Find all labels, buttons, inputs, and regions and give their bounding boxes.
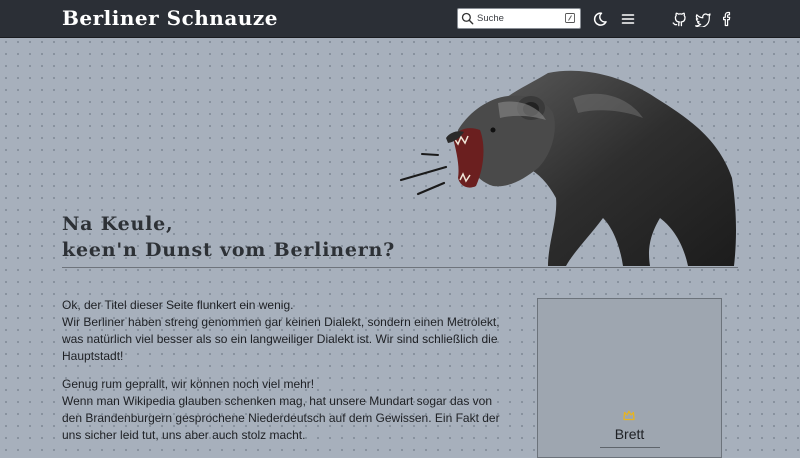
page-title-line-1: Na Keule,: [62, 213, 174, 235]
intro-line-2: Wir Berliner haben streng genommen gar k…: [62, 315, 500, 363]
github-icon[interactable]: [671, 11, 687, 27]
facebook-icon[interactable]: [719, 11, 735, 27]
search-input[interactable]: [477, 11, 561, 26]
main-content: Ok, der Titel dieser Seite flunkert ein …: [62, 297, 502, 455]
crown-icon: [623, 410, 635, 421]
keyboard-shortcut-icon: [565, 13, 575, 23]
search-box[interactable]: [457, 8, 581, 29]
top-navbar: Berliner Schnauze: [0, 0, 800, 38]
page-title: Na Keule, keen'n Dunst vom Berlinern?: [62, 211, 395, 263]
page-title-line-2: keen'n Dunst vom Berlinern?: [62, 239, 396, 261]
brett-card[interactable]: Brett: [537, 298, 722, 458]
roaring-bear-illustration: [399, 70, 736, 267]
wikipedia-line-2: Wenn man Wikipedia glauben schenken mag,…: [62, 394, 500, 442]
site-logo[interactable]: Berliner Schnauze: [62, 6, 278, 30]
intro-paragraph: Ok, der Titel dieser Seite flunkert ein …: [62, 297, 502, 365]
wikipedia-paragraph: Genug rum geprallt, wir können noch viel…: [62, 376, 502, 444]
dark-mode-moon-icon[interactable]: [592, 11, 608, 27]
menu-hamburger-icon[interactable]: [620, 11, 636, 27]
brett-label: Brett: [614, 426, 645, 442]
title-divider: [62, 267, 738, 268]
intro-line-1: Ok, der Titel dieser Seite flunkert ein …: [62, 298, 294, 312]
search-icon: [461, 12, 474, 25]
twitter-icon[interactable]: [695, 11, 711, 27]
wikipedia-line-1: Genug rum geprallt, wir können noch viel…: [62, 377, 315, 391]
brett-underline: [600, 447, 660, 448]
